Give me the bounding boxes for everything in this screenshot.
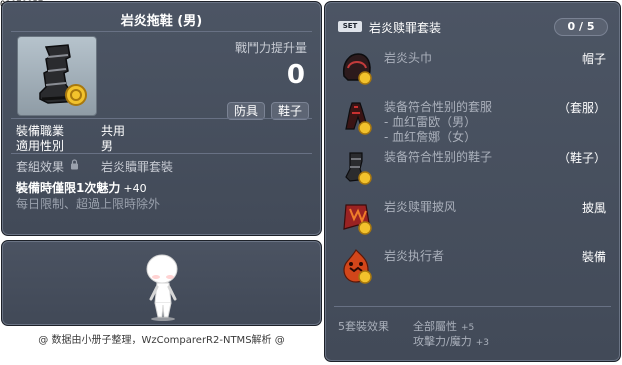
set-item[interactable]: 岩炎头巾 帽子 <box>325 50 620 94</box>
set-item[interactable]: 岩炎执行者 裝備 <box>325 248 620 292</box>
set-item-name: 岩炎赎罪披风 <box>384 200 457 214</box>
set-item[interactable]: 装备符合性别的套服 - 血红雷欧（男） - 血红詹娜（女） （套服） <box>325 99 620 147</box>
set-bonus-stat: 全部屬性 +5 <box>413 318 474 334</box>
hood-icon <box>342 53 372 85</box>
lock-icon <box>71 159 78 170</box>
divider <box>334 306 611 307</box>
set-item-type: 裝備 <box>581 250 606 264</box>
set-item-variant: - 血红詹娜（女） <box>384 130 477 144</box>
set-effect-label: 套組效果 <box>16 160 65 174</box>
set-item-name: 装备符合性别的套服 <box>384 100 493 114</box>
set-item-name: 岩炎头巾 <box>384 51 433 65</box>
set-item-type: （套服） <box>557 101 606 115</box>
character-preview <box>146 254 178 321</box>
set-bonus-name: 全部屬性 <box>413 320 457 333</box>
limit-text: 每日限制、超過上限時除外 <box>16 197 161 211</box>
set-count: 0 / 5 <box>554 18 608 36</box>
shoe-icon <box>345 152 372 185</box>
set-bonus-value: +5 <box>461 323 475 333</box>
set-panel: SET 岩炎赎罪套装 0 / 5 岩炎头巾 帽子 装备符合性别的套服 - 血红雷… <box>324 1 621 362</box>
flame-icon <box>343 249 372 284</box>
divider <box>11 118 312 119</box>
set-bonus-stat: 攻擊力/魔力 +3 <box>413 333 489 349</box>
shoe-icon <box>39 44 87 106</box>
set-item-variant: - 血红雷欧（男） <box>384 115 477 129</box>
set-item[interactable]: 岩炎赎罪披风 披風 <box>325 199 620 243</box>
stat-label-gender: 適用性別 <box>16 139 65 153</box>
avatar-preview-panel <box>1 240 322 326</box>
set-item-name: 装备符合性别的鞋子 <box>384 150 493 164</box>
credit-text: @ 数据由小册子整理，WzComparerR2-NTMS解析 @ <box>38 335 285 346</box>
stat-value-gender: 男 <box>101 139 114 153</box>
set-item-type: 披風 <box>581 201 606 215</box>
set-item-type: （鞋子） <box>557 151 606 165</box>
set-item[interactable]: 装备符合性别的鞋子 （鞋子） <box>325 149 620 193</box>
set-bonus-label: 5套裝效果 <box>338 320 389 333</box>
set-item-type: 帽子 <box>581 52 606 66</box>
set-item-name: 岩炎执行者 <box>384 249 445 263</box>
power-label: 戰鬥力提升量 <box>234 41 307 55</box>
divider <box>11 153 312 154</box>
set-badge: SET <box>338 21 362 32</box>
divider <box>11 31 312 32</box>
charm-line: 裝備時僅限1次魅力 +40 <box>16 179 147 196</box>
item-tooltip-panel: 岩炎拖鞋 (男) 戰鬥力提升量 0 防具 鞋子 裝備職業 共用 適用性別 男 套… <box>1 1 322 236</box>
charm-value: +40 <box>123 182 147 195</box>
set-bonus-name: 攻擊力/魔力 <box>413 335 472 348</box>
set-effect-value: 岩炎贖罪套裝 <box>101 160 174 174</box>
charm-text: 裝備時僅限1次魅力 <box>16 181 121 195</box>
set-name: 岩炎赎罪套装 <box>369 21 442 35</box>
suit-icon <box>345 102 372 135</box>
cape-icon <box>343 204 372 235</box>
power-value: 0 <box>286 60 305 90</box>
set-bonus-value: +3 <box>475 338 489 348</box>
item-name: 岩炎拖鞋 (男) <box>120 14 203 29</box>
item-icon-frame <box>17 36 97 116</box>
